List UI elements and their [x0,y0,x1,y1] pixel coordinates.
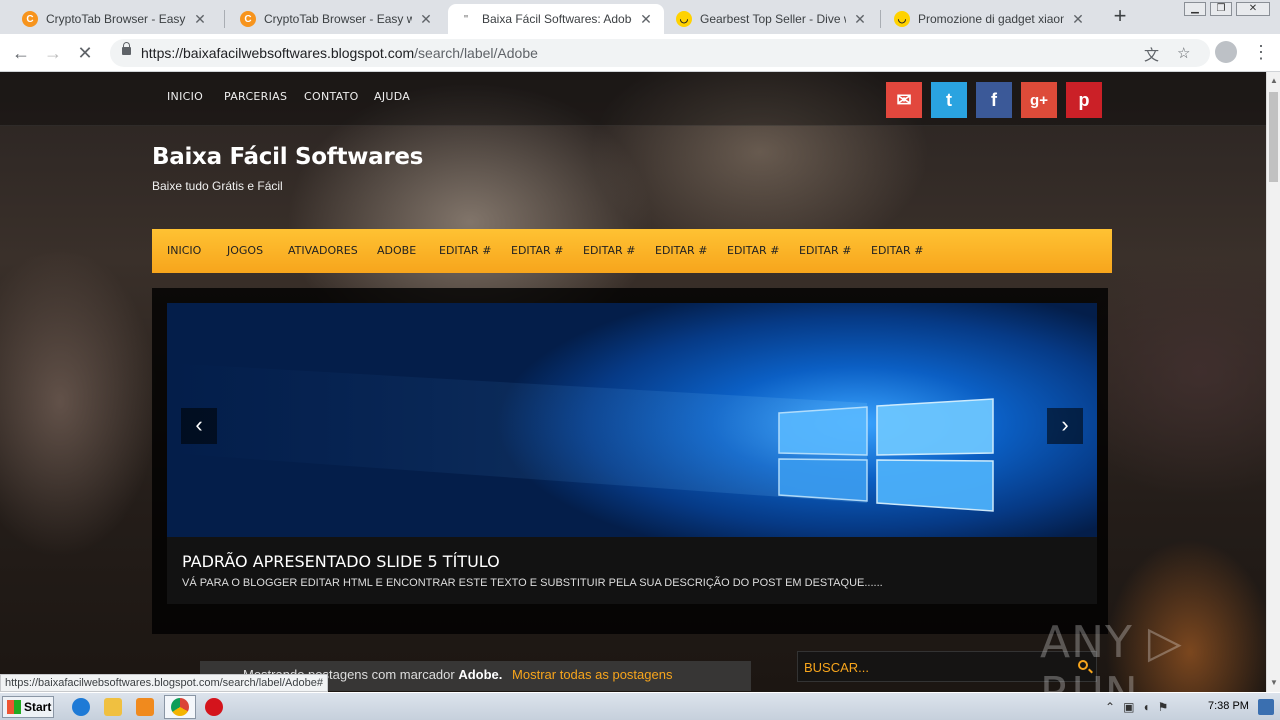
nav-editar[interactable]: EDITAR # [727,244,779,257]
windows-flag-icon [7,700,21,714]
browser-tab[interactable]: C CryptoTab Browser - Easy way ✕ [230,4,444,34]
browser-toolbar: ← → ✕ https://baixafacilwebsoftwares.blo… [0,34,1280,72]
security-app-icon[interactable] [205,698,223,716]
windows-taskbar: Start ⌃ ▣ ◖ ⚑ 7:38 PM [0,692,1280,720]
anyrun-watermark: ANY ▷ RUN [1040,617,1183,692]
tab-title: CryptoTab Browser - Easy way [46,12,186,26]
browser-tab-active[interactable]: " Baixa Fácil Softwares: Adobe ✕ [448,4,664,34]
gearbest-favicon-icon: ◡ [894,11,910,27]
profile-avatar[interactable] [1215,41,1237,63]
translate-icon[interactable]: 文 [1144,44,1159,65]
google-plus-icon[interactable]: g+ [1021,82,1057,118]
bookmark-star-icon[interactable]: ☆ [1177,44,1190,62]
loading-favicon-icon: " [463,13,469,25]
nav-editar[interactable]: EDITAR # [439,244,491,257]
url-text[interactable]: https://baixafacilwebsoftwares.blogspot.… [141,45,538,61]
nav-editar[interactable]: EDITAR # [655,244,707,257]
minimize-button[interactable]: ▁ [1184,2,1206,16]
url-host: https://baixafacilwebsoftwares.blogspot.… [141,45,415,61]
chrome-icon [171,698,189,716]
blog-description: Baixe tudo Grátis e Fácil [152,179,283,193]
nav-jogos[interactable]: JOGOS [227,244,263,257]
media-player-icon[interactable] [136,698,154,716]
nav-editar[interactable]: EDITAR # [583,244,635,257]
new-tab-button[interactable]: + [1108,5,1132,29]
slide-caption: PADRÃO APRESENTADO SLIDE 5 TÍTULO VÁ PAR… [167,537,1097,604]
topnav-contato[interactable]: CONTATO [304,90,359,103]
lock-icon [122,42,131,55]
browser-tab[interactable]: ◡ Gearbest Top Seller - Dive with ✕ [666,4,878,34]
blog-title[interactable]: Baixa Fácil Softwares [152,144,423,170]
tab-title: CryptoTab Browser - Easy way [264,12,412,26]
start-label: Start [24,700,52,714]
browser-tab-bar: C CryptoTab Browser - Easy way ✕ C Crypt… [0,0,1280,34]
scrollbar-thumb[interactable] [1269,92,1278,182]
cryptotab-favicon-icon: C [22,11,38,27]
tab-title: Gearbest Top Seller - Dive with [700,12,846,26]
search-input[interactable] [804,658,1064,676]
nav-editar[interactable]: EDITAR # [511,244,563,257]
restore-button[interactable]: ❐ [1210,2,1232,16]
browser-menu-icon[interactable]: ⋮ [1252,41,1270,63]
close-window-button[interactable]: ✕ [1236,2,1270,16]
action-center-flag-icon[interactable]: ⚑ [1158,700,1169,714]
vertical-scrollbar[interactable]: ▲ ▼ [1266,72,1280,692]
slide-title[interactable]: PADRÃO APRESENTADO SLIDE 5 TÍTULO [182,552,500,571]
facebook-icon[interactable]: f [976,82,1012,118]
taskbar-clock[interactable]: 7:38 PM [1208,700,1249,712]
nav-editar[interactable]: EDITAR # [871,244,923,257]
tray-expand-icon[interactable]: ⌃ [1105,700,1115,714]
nav-adobe[interactable]: ADOBE [377,244,416,257]
stop-loading-button[interactable]: ✕ [72,40,98,66]
label-name: Adobe. [458,667,503,682]
featured-slider: ‹ › PADRÃO APRESENTADO SLIDE 5 TÍTULO VÁ… [152,288,1108,634]
nav-ativadores[interactable]: ATIVADORES [288,244,358,257]
scroll-up-icon[interactable]: ▲ [1270,76,1278,85]
network-icon[interactable]: ▣ [1123,700,1134,714]
url-path: /search/label/Adobe [414,45,538,61]
tab-title: Baixa Fácil Softwares: Adobe [482,12,632,26]
web-page: INICIO PARCERIAS CONTATO AJUDA ✉ t f g+ … [0,72,1266,692]
volume-icon[interactable]: ◖ [1142,700,1149,714]
back-button[interactable]: ← [8,40,34,66]
show-all-posts-link[interactable]: Mostrar todas as postagens [512,667,672,682]
nav-inicio[interactable]: INICIO [167,244,201,257]
browser-tab[interactable]: ◡ Promozione di gadget xiaomi fin ✕ [884,4,1096,34]
internet-explorer-icon[interactable] [72,698,90,716]
tab-separator [880,10,881,28]
close-tab-icon[interactable]: ✕ [1070,11,1086,28]
address-bar[interactable]: https://baixafacilwebsoftwares.blogspot.… [110,39,1210,67]
browser-tab[interactable]: C CryptoTab Browser - Easy way ✕ [12,4,218,34]
top-navigation: INICIO PARCERIAS CONTATO AJUDA ✉ t f g+ … [0,72,1266,126]
cryptotab-favicon-icon: C [240,11,256,27]
windows-logo-image [167,363,994,512]
topnav-ajuda[interactable]: AJUDA [374,90,410,103]
close-tab-icon[interactable]: ✕ [192,11,208,28]
slide-image[interactable] [167,303,1097,537]
show-desktop-icon[interactable] [1258,699,1274,715]
close-tab-icon[interactable]: ✕ [638,11,654,28]
email-icon[interactable]: ✉ [886,82,922,118]
tab-separator [224,10,225,28]
scroll-down-icon[interactable]: ▼ [1270,678,1278,687]
close-tab-icon[interactable]: ✕ [852,11,868,28]
system-tray: ⌃ ▣ ◖ ⚑ [1105,693,1168,720]
pinterest-icon[interactable]: p [1066,82,1102,118]
close-tab-icon[interactable]: ✕ [418,11,434,28]
start-button[interactable]: Start [2,696,54,718]
slider-next-button[interactable]: › [1047,408,1083,444]
status-url-bubble: https://baixafacilwebsoftwares.blogspot.… [0,674,328,692]
slide-description: VÁ PARA O BLOGGER EDITAR HTML E ENCONTRA… [182,577,883,589]
gearbest-favicon-icon: ◡ [676,11,692,27]
nav-editar[interactable]: EDITAR # [799,244,851,257]
twitter-icon[interactable]: t [931,82,967,118]
tab-title: Promozione di gadget xiaomi fin [918,12,1064,26]
topnav-parcerias[interactable]: PARCERIAS [224,90,287,103]
main-navigation: INICIO JOGOS ATIVADORES ADOBE EDITAR # E… [152,229,1112,273]
forward-button[interactable]: → [40,40,66,66]
screen: C CryptoTab Browser - Easy way ✕ C Crypt… [0,0,1280,720]
slider-prev-button[interactable]: ‹ [181,408,217,444]
file-explorer-icon[interactable] [104,698,122,716]
topnav-inicio[interactable]: INICIO [167,90,203,103]
